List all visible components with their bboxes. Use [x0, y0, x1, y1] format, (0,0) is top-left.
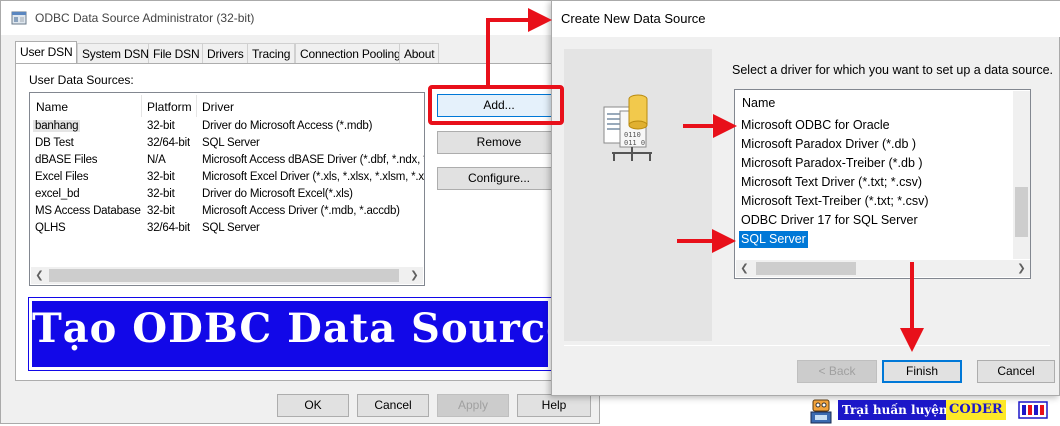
- user-data-sources-label: User Data Sources:: [29, 73, 134, 87]
- table-row[interactable]: DB Test 32/64-bit SQL Server: [30, 136, 424, 153]
- back-button[interactable]: < Back: [797, 360, 877, 383]
- scroll-thumb[interactable]: [756, 262, 856, 275]
- column-header-name[interactable]: Name: [742, 96, 775, 110]
- vertical-scrollbar[interactable]: [1013, 91, 1030, 259]
- row-name: DB Test: [35, 137, 74, 149]
- tab-system-dsn[interactable]: System DSN: [77, 43, 154, 63]
- row-driver: Microsoft Access Driver (*.mdb, *.accdb): [202, 205, 400, 217]
- column-header-platform[interactable]: Platform: [147, 100, 192, 114]
- logo-coder-text: CODER: [946, 400, 1006, 420]
- table-row[interactable]: excel_bd 32-bit Driver do Microsoft Exce…: [30, 187, 424, 204]
- row-driver: Driver do Microsoft Excel(*.xls): [202, 188, 353, 200]
- driver-list[interactable]: Name V Microsoft ODBC for Oracle 1 Micro…: [734, 89, 1031, 279]
- tab-file-dsn[interactable]: File DSN: [148, 43, 205, 63]
- horizontal-scrollbar[interactable]: ❮ ❯: [31, 267, 423, 284]
- row-name: Excel Files: [35, 171, 89, 183]
- odbc-administrator-window: ODBC Data Source Administrator (32-bit) …: [0, 0, 600, 424]
- help-button[interactable]: Help: [517, 394, 591, 417]
- title-banner: Tạo ODBC Data Source: [28, 297, 573, 371]
- row-platform: 32-bit: [147, 171, 175, 183]
- dialog-titlebar: Create New Data Source: [552, 1, 1060, 37]
- table-row[interactable]: QLHS 32/64-bit SQL Server: [30, 221, 424, 238]
- driver-item[interactable]: Microsoft Paradox Driver (*.db ) 1: [735, 135, 1025, 154]
- tab-user-dsn[interactable]: User DSN: [15, 41, 78, 64]
- dialog-separator: [564, 345, 1050, 346]
- create-new-data-source-dialog: Create New Data Source 0110 011 0 Select…: [551, 0, 1060, 396]
- driver-list-header: Name V: [735, 90, 1030, 115]
- row-name: MS Access Database: [35, 205, 141, 217]
- column-separator: [196, 95, 197, 117]
- table-row[interactable]: banhang 32-bit Driver do Microsoft Acces…: [30, 119, 424, 136]
- column-header-driver[interactable]: Driver: [202, 100, 234, 114]
- driver-item[interactable]: ODBC Driver 17 for SQL Server 2: [735, 211, 1025, 230]
- driver-name: Microsoft ODBC for Oracle: [741, 118, 890, 132]
- row-name: banhang: [33, 120, 81, 132]
- driver-name: Microsoft Text Driver (*.txt; *.csv): [741, 175, 923, 189]
- tab-tracing[interactable]: Tracing: [247, 43, 296, 63]
- row-driver: Driver do Microsoft Access (*.mdb): [202, 120, 373, 132]
- row-platform: 32/64-bit: [147, 137, 190, 149]
- window-title: ODBC Data Source Administrator (32-bit): [35, 11, 255, 25]
- odbc-app-icon: [11, 11, 27, 25]
- driver-item[interactable]: Microsoft ODBC for Oracle 1: [735, 116, 1025, 135]
- driver-item[interactable]: Microsoft Paradox-Treiber (*.db ) 1: [735, 154, 1025, 173]
- svg-text:011 0: 011 0: [624, 139, 645, 147]
- row-name: dBASE Files: [35, 154, 98, 166]
- logo-tagline: Trại huấn luyện: [838, 400, 952, 420]
- dialog-cancel-button[interactable]: Cancel: [977, 360, 1055, 383]
- finish-button[interactable]: Finish: [882, 360, 962, 383]
- scroll-thumb[interactable]: [49, 269, 399, 282]
- row-platform: 32-bit: [147, 120, 175, 132]
- scroll-right-icon[interactable]: ❯: [1013, 260, 1030, 277]
- row-platform: 32-bit: [147, 205, 175, 217]
- user-data-sources-list[interactable]: Name Platform Driver banhang 32-bit Driv…: [29, 92, 425, 286]
- tab-about[interactable]: About: [399, 43, 440, 63]
- robot-mascot-icon: [810, 399, 832, 424]
- scroll-thumb[interactable]: [1015, 187, 1028, 237]
- tab-connection-pooling[interactable]: Connection Pooling: [295, 43, 406, 63]
- remove-button[interactable]: Remove: [437, 131, 561, 154]
- column-separator: [141, 95, 142, 117]
- configure-button[interactable]: Configure...: [437, 167, 561, 190]
- driver-name: SQL Server: [739, 231, 808, 248]
- row-driver: SQL Server: [202, 137, 260, 149]
- row-name: excel_bd: [35, 188, 80, 200]
- horizontal-scrollbar[interactable]: ❮ ❯: [736, 260, 1030, 277]
- add-button[interactable]: Add...: [437, 94, 561, 117]
- coder-camp-logo: Trại huấn luyện CODER: [808, 396, 1060, 426]
- row-driver: Microsoft Excel Driver (*.xls, *.xlsx, *…: [202, 171, 424, 183]
- cancel-button[interactable]: Cancel: [357, 394, 429, 417]
- scroll-right-icon[interactable]: ❯: [406, 267, 423, 284]
- driver-name: Microsoft Paradox Driver (*.db ): [741, 137, 917, 151]
- row-driver: Microsoft Access dBASE Driver (*.dbf, *.…: [202, 154, 424, 166]
- dialog-illustration: 0110 011 0: [564, 49, 712, 341]
- driver-name: ODBC Driver 17 for SQL Server: [741, 213, 918, 227]
- apply-button[interactable]: Apply: [437, 394, 509, 417]
- dialog-title: Create New Data Source: [561, 11, 706, 26]
- table-row[interactable]: dBASE Files N/A Microsoft Access dBASE D…: [30, 153, 424, 170]
- svg-text:0110: 0110: [624, 131, 641, 139]
- driver-item[interactable]: Microsoft Text-Treiber (*.txt; *.csv) 1: [735, 192, 1025, 211]
- row-platform: 32/64-bit: [147, 222, 190, 234]
- database-server-icon: 0110 011 0: [603, 94, 652, 161]
- table-row[interactable]: MS Access Database 32-bit Microsoft Acce…: [30, 204, 424, 221]
- driver-item[interactable]: Microsoft Text Driver (*.txt; *.csv) 1: [735, 173, 1025, 192]
- driver-item-sql-server[interactable]: SQL Server 1: [735, 230, 1025, 249]
- driver-name: Microsoft Paradox-Treiber (*.db ): [741, 156, 923, 170]
- banner-text: Tạo ODBC Data Source: [32, 305, 573, 352]
- brand-icon: [1018, 401, 1048, 419]
- tab-drivers[interactable]: Drivers: [202, 43, 249, 63]
- driver-name: Microsoft Text-Treiber (*.txt; *.csv): [741, 194, 929, 208]
- ok-button[interactable]: OK: [277, 394, 349, 417]
- row-platform: N/A: [147, 154, 166, 166]
- row-name: QLHS: [35, 222, 66, 234]
- row-driver: SQL Server: [202, 222, 260, 234]
- driver-prompt: Select a driver for which you want to se…: [732, 63, 1054, 77]
- row-platform: 32-bit: [147, 188, 175, 200]
- table-row[interactable]: Excel Files 32-bit Microsoft Excel Drive…: [30, 170, 424, 187]
- odbc-titlebar: ODBC Data Source Administrator (32-bit): [1, 1, 599, 35]
- column-header-name[interactable]: Name: [36, 100, 68, 114]
- scroll-left-icon[interactable]: ❮: [736, 260, 753, 277]
- scroll-left-icon[interactable]: ❮: [31, 267, 48, 284]
